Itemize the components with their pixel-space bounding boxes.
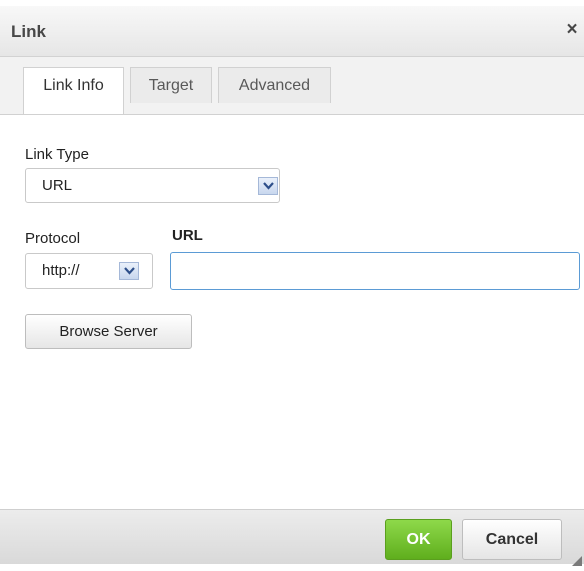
url-label: URL [172,227,203,244]
cancel-button[interactable]: Cancel [462,519,562,560]
chevron-down-icon [258,177,278,195]
dialog-titlebar[interactable]: Link × [0,6,584,57]
close-icon[interactable]: × [563,20,581,40]
protocol-label: Protocol [25,230,81,247]
tab-link-info[interactable]: Link Info [23,67,124,114]
tab-bar: Link Info Target Advanced [0,57,584,115]
dialog-title: Link [11,22,46,41]
browse-server-button[interactable]: Browse Server [25,314,192,349]
url-input[interactable] [170,252,580,290]
resize-handle-icon[interactable] [572,553,582,566]
link-type-value: URL [42,177,73,194]
link-type-select[interactable]: URL [25,168,280,203]
chevron-down-icon [119,262,139,280]
tab-advanced[interactable]: Advanced [218,67,331,103]
link-dialog: Link × Link Info Target Advanced Link Ty… [0,6,584,566]
tab-target[interactable]: Target [130,67,212,103]
link-type-label: Link Type [25,146,89,163]
protocol-value: http:// [42,262,80,279]
dialog-footer: OK Cancel [0,509,584,566]
protocol-select[interactable]: http:// [25,253,153,289]
ok-button[interactable]: OK [385,519,452,560]
